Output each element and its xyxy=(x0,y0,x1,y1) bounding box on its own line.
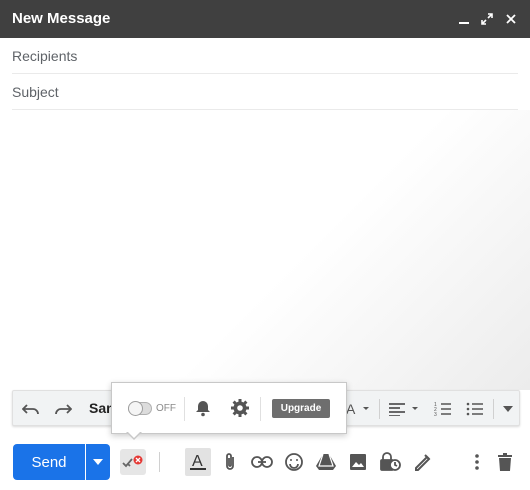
close-icon[interactable] xyxy=(501,9,521,29)
recipients-placeholder: Recipients xyxy=(12,47,78,64)
bottom-divider xyxy=(159,452,160,472)
recipients-field[interactable]: Recipients xyxy=(12,38,518,74)
insert-link-icon[interactable] xyxy=(250,450,274,474)
toolbar-divider xyxy=(379,399,380,419)
numbered-list-icon[interactable]: 123 xyxy=(433,399,453,419)
send-options-dropdown[interactable] xyxy=(86,444,110,480)
fullscreen-icon[interactable] xyxy=(477,9,497,29)
redo-icon[interactable] xyxy=(53,399,73,419)
toolbar-divider xyxy=(493,399,494,419)
popup-divider xyxy=(260,397,261,421)
attach-file-icon[interactable] xyxy=(218,450,242,474)
send-button[interactable]: Send xyxy=(13,444,85,480)
bell-icon[interactable] xyxy=(194,399,212,422)
message-body[interactable] xyxy=(0,110,530,390)
confidential-mode-icon[interactable] xyxy=(378,450,402,474)
more-options-icon[interactable] xyxy=(465,450,489,474)
text-color-icon[interactable]: A xyxy=(343,399,373,419)
toggle-knob xyxy=(128,401,143,416)
bulleted-list-icon[interactable] xyxy=(465,399,485,419)
compose-title: New Message xyxy=(12,10,111,27)
insert-photo-icon[interactable] xyxy=(346,450,370,474)
svg-text:A: A xyxy=(192,453,203,470)
chevron-down-icon xyxy=(93,459,103,465)
formatting-options-icon[interactable]: A xyxy=(185,448,211,476)
subject-placeholder: Subject xyxy=(12,83,59,100)
align-icon[interactable] xyxy=(387,399,423,419)
insert-signature-icon[interactable] xyxy=(410,450,434,474)
svg-text:3: 3 xyxy=(434,412,437,417)
popup-pointer-fill xyxy=(127,431,141,438)
minimize-icon[interactable] xyxy=(454,9,474,29)
upgrade-button[interactable]: Upgrade xyxy=(272,399,330,418)
google-drive-icon[interactable] xyxy=(314,450,338,474)
compose-window: New Message Recipients Subject San A 1 2… xyxy=(0,0,530,490)
svg-text:A: A xyxy=(346,401,356,417)
popup-divider xyxy=(184,397,185,421)
tracking-status-icon[interactable] xyxy=(120,449,146,475)
gear-icon[interactable] xyxy=(230,398,250,423)
discard-draft-icon[interactable] xyxy=(493,450,517,474)
insert-emoji-icon[interactable] xyxy=(282,450,306,474)
tracking-toggle[interactable] xyxy=(128,401,152,416)
undo-icon[interactable] xyxy=(21,399,41,419)
subject-field[interactable]: Subject xyxy=(12,74,518,110)
toggle-state-label: OFF xyxy=(156,403,176,414)
compose-titlebar[interactable]: New Message xyxy=(0,0,530,38)
more-formatting-chevron-icon[interactable] xyxy=(501,399,515,419)
tracking-popup: OFF Upgrade xyxy=(111,382,347,434)
